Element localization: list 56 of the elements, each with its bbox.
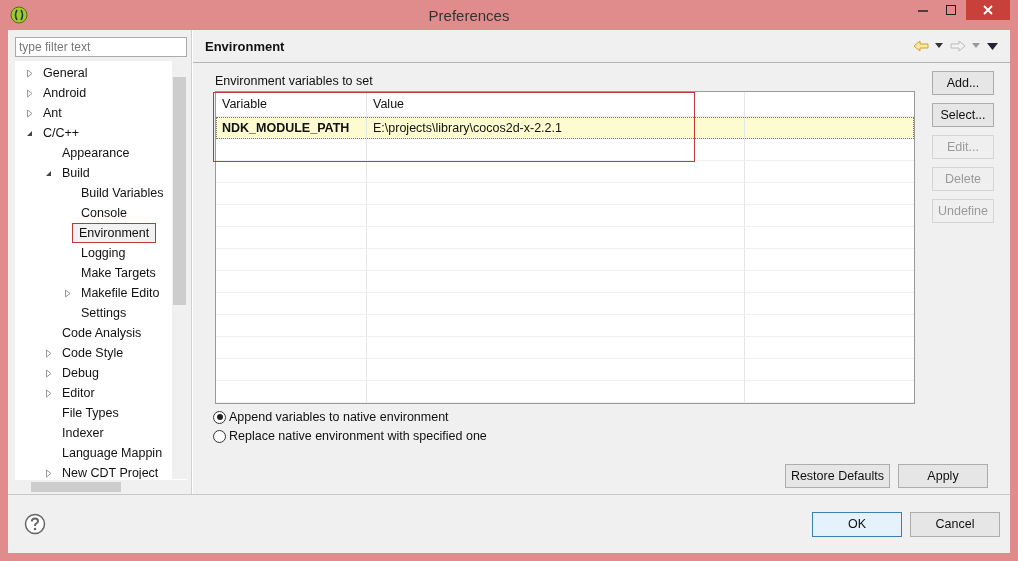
tree-item[interactable]: Settings (78, 304, 130, 322)
tree-item[interactable]: Editor (59, 384, 98, 402)
help-icon[interactable] (24, 513, 46, 535)
tree-item[interactable]: Language Mappin (59, 444, 166, 462)
collapsed-arrow-icon[interactable] (25, 68, 34, 78)
dialog-button[interactable]: Cancel (910, 511, 1000, 537)
collapsed-arrow-icon[interactable] (25, 108, 34, 118)
collapsed-arrow-icon[interactable] (25, 88, 34, 98)
window-title: Preferences (427, 6, 511, 24)
column-header[interactable]: Variable (216, 92, 367, 116)
tree-item[interactable]: C/C++ (40, 124, 83, 142)
collapsed-arrow-icon[interactable] (44, 368, 53, 378)
collapsed-arrow-icon[interactable] (44, 388, 53, 398)
filter-field[interactable]: type filter text (15, 37, 187, 57)
tree-item[interactable]: Appearance (59, 144, 133, 162)
tree-item[interactable]: Console (78, 204, 130, 222)
table-cell: E:\projects\library\cocos2d-x-2.2.1 (367, 117, 745, 138)
tree-item[interactable]: Indexer (59, 424, 107, 442)
option-label[interactable]: Replace native environment with specified one (229, 429, 487, 443)
table-cell: NDK_MODULE_PATH (216, 117, 367, 138)
tree-item[interactable]: Code Style (59, 344, 127, 362)
vertical-scrollbar[interactable] (172, 61, 187, 479)
page-button[interactable]: Apply (898, 464, 988, 488)
app-icon (10, 6, 28, 24)
collapsed-arrow-icon[interactable] (44, 348, 53, 358)
dropdown-icon[interactable] (935, 43, 944, 49)
table-action-button[interactable]: Add... (932, 71, 994, 95)
tree-item[interactable]: File Types (59, 404, 122, 422)
tree-item[interactable]: Build (59, 164, 93, 182)
tree-item[interactable]: General (40, 64, 91, 82)
table-label: Environment variables to set (215, 74, 373, 88)
tree-item[interactable]: Code Analysis (59, 324, 145, 342)
back-arrow-icon[interactable] (913, 40, 929, 52)
close-icon[interactable] (966, 0, 1010, 20)
radio-button[interactable] (213, 410, 226, 424)
table-row[interactable]: NDK_MODULE_PATH E:\projects\library\cocos2d-x-2.2.1 (216, 117, 914, 139)
tree-item[interactable]: Environment (72, 223, 157, 243)
dialog-button[interactable]: OK (812, 511, 902, 537)
table-action-button[interactable]: Select... (932, 103, 994, 127)
page-title: Environment (205, 38, 286, 54)
tree-item[interactable]: Makefile Edito (78, 284, 163, 302)
tree-item[interactable]: Debug (59, 364, 102, 382)
collapsed-arrow-icon[interactable] (63, 288, 72, 298)
column-header[interactable]: Value (367, 92, 745, 116)
page-button[interactable]: Restore Defaults (784, 464, 890, 488)
radio-button[interactable] (213, 429, 226, 443)
tree-item[interactable]: Ant (40, 104, 65, 122)
forward-arrow-icon[interactable] (950, 40, 966, 52)
tree-item[interactable]: Make Targets (78, 264, 159, 282)
tree-item[interactable]: Build Variables (78, 184, 167, 202)
option-label[interactable]: Append variables to native environment (229, 410, 449, 424)
menu-icon[interactable] (987, 42, 998, 50)
tree-item[interactable]: Logging (78, 244, 129, 262)
collapsed-arrow-icon[interactable] (44, 468, 53, 478)
tree-item[interactable]: New CDT Project (59, 464, 162, 479)
tree-item[interactable]: Android (40, 84, 90, 102)
